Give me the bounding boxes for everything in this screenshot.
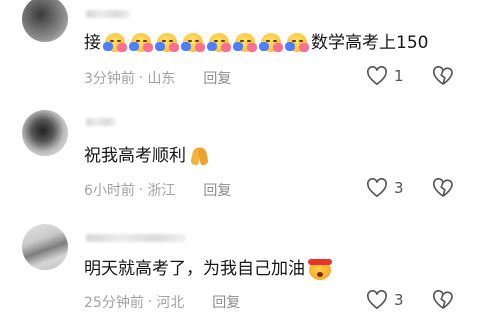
- broken-heart-icon: [433, 290, 453, 309]
- like-count: 3: [394, 179, 404, 197]
- pray-emoji: [188, 145, 212, 167]
- avatar[interactable]: [22, 224, 68, 270]
- hug-emoji: [103, 32, 127, 54]
- dislike-button[interactable]: [432, 178, 454, 202]
- hug-emoji: [233, 32, 257, 54]
- avatar[interactable]: [22, 0, 68, 42]
- dislike-button[interactable]: [432, 290, 454, 314]
- hug-emoji-row: [103, 32, 311, 54]
- comment-location: 河北: [156, 295, 185, 311]
- like-count: 3: [394, 291, 404, 309]
- comment-text-prefix: 接: [84, 33, 101, 53]
- broken-heart-icon: [433, 178, 453, 197]
- comment-text-main: 祝我高考顺利: [84, 146, 186, 166]
- reply-button[interactable]: 回复: [203, 180, 231, 200]
- comment-meta: 3分钟前 · 山东 回复: [84, 68, 232, 88]
- heart-icon: [367, 178, 387, 198]
- username-blurred[interactable]: [86, 118, 116, 126]
- like-button[interactable]: 3: [366, 178, 404, 198]
- like-button[interactable]: 3: [366, 290, 404, 310]
- comment-text: 明天就高考了，为我自己加油: [84, 256, 333, 282]
- comment-item: 祝我高考顺利 6小时前 · 浙江 回复 3: [0, 100, 480, 200]
- reply-button[interactable]: 回复: [212, 292, 240, 312]
- comment-text: 接 数学高考上150: [84, 30, 428, 56]
- comment-text: 祝我高考顺利: [84, 143, 212, 169]
- username-blurred[interactable]: [86, 10, 130, 18]
- comment-text-main: 明天就高考了，为我自己加油: [84, 259, 305, 279]
- broken-heart-icon: [433, 66, 453, 85]
- hug-emoji: [181, 32, 205, 54]
- comment-meta: 25分钟前 · 河北 回复: [84, 292, 241, 312]
- comment-location: 山东: [147, 71, 176, 87]
- hug-emoji: [155, 32, 179, 54]
- heart-icon: [367, 66, 387, 86]
- hug-emoji: [285, 32, 309, 54]
- dislike-button[interactable]: [432, 66, 454, 90]
- hug-emoji: [129, 32, 153, 54]
- hug-emoji: [259, 32, 283, 54]
- reply-button[interactable]: 回复: [203, 68, 231, 88]
- comment-item: 明天就高考了，为我自己加油 25分钟前 · 河北 回复 3: [0, 214, 480, 311]
- determined-face-emoji: [307, 257, 333, 281]
- comment-meta: 6小时前 · 浙江 回复: [84, 180, 232, 200]
- comment-item: 接 数学高考上150 3分钟前 · 山东 回复 1: [0, 0, 480, 100]
- avatar[interactable]: [22, 110, 68, 156]
- comment-time: 25分钟前: [84, 295, 144, 311]
- comment-time: 6小时前: [84, 183, 135, 199]
- like-count: 1: [394, 67, 404, 85]
- heart-icon: [367, 290, 387, 310]
- like-button[interactable]: 1: [366, 66, 404, 86]
- comment-location: 浙江: [147, 183, 176, 199]
- comment-text-suffix: 数学高考上150: [311, 33, 429, 53]
- comment-time: 3分钟前: [84, 71, 135, 87]
- hug-emoji: [207, 32, 231, 54]
- username-blurred[interactable]: [86, 234, 186, 242]
